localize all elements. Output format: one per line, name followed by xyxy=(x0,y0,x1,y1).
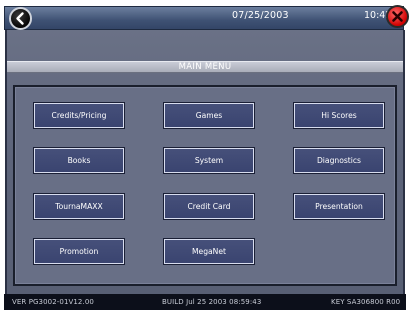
back-arrow-icon xyxy=(16,12,24,25)
diagnostics-button[interactable]: Diagnostics xyxy=(293,147,385,174)
meganet-button[interactable]: MegaNet xyxy=(163,238,255,265)
bottom-info-bar: VER PG3002-01V12.00 BUILD Jul 25 2003 08… xyxy=(4,294,406,310)
games-button[interactable]: Games xyxy=(163,102,255,129)
tournamaxx-button[interactable]: TournaMAXX xyxy=(33,193,125,220)
credits-pricing-button[interactable]: Credits/Pricing xyxy=(33,102,125,129)
credit-card-button[interactable]: Credit Card xyxy=(163,193,255,220)
key-text: KEY SA306800 R00 xyxy=(331,298,401,306)
hi-scores-button[interactable]: Hi Scores xyxy=(293,102,385,129)
version-text: VER PG3002-01V12.00 xyxy=(12,298,94,306)
page-title: MAIN MENU xyxy=(178,62,232,72)
close-x-icon xyxy=(392,11,403,22)
system-button[interactable]: System xyxy=(163,147,255,174)
close-button[interactable] xyxy=(386,5,409,28)
books-button[interactable]: Books xyxy=(33,147,125,174)
date-display: 07/25/2003 xyxy=(232,10,289,21)
build-text: BUILD Jul 25 2003 08:59:43 xyxy=(162,298,262,306)
promotion-button[interactable]: Promotion xyxy=(33,238,125,265)
back-button[interactable] xyxy=(9,7,32,30)
main-menu-screen: 07/25/2003 10:42 MAIN MENU Credits/Prici… xyxy=(0,0,409,310)
presentation-button[interactable]: Presentation xyxy=(293,193,385,220)
title-bar: MAIN MENU xyxy=(7,61,403,73)
top-status-bar xyxy=(4,6,404,30)
